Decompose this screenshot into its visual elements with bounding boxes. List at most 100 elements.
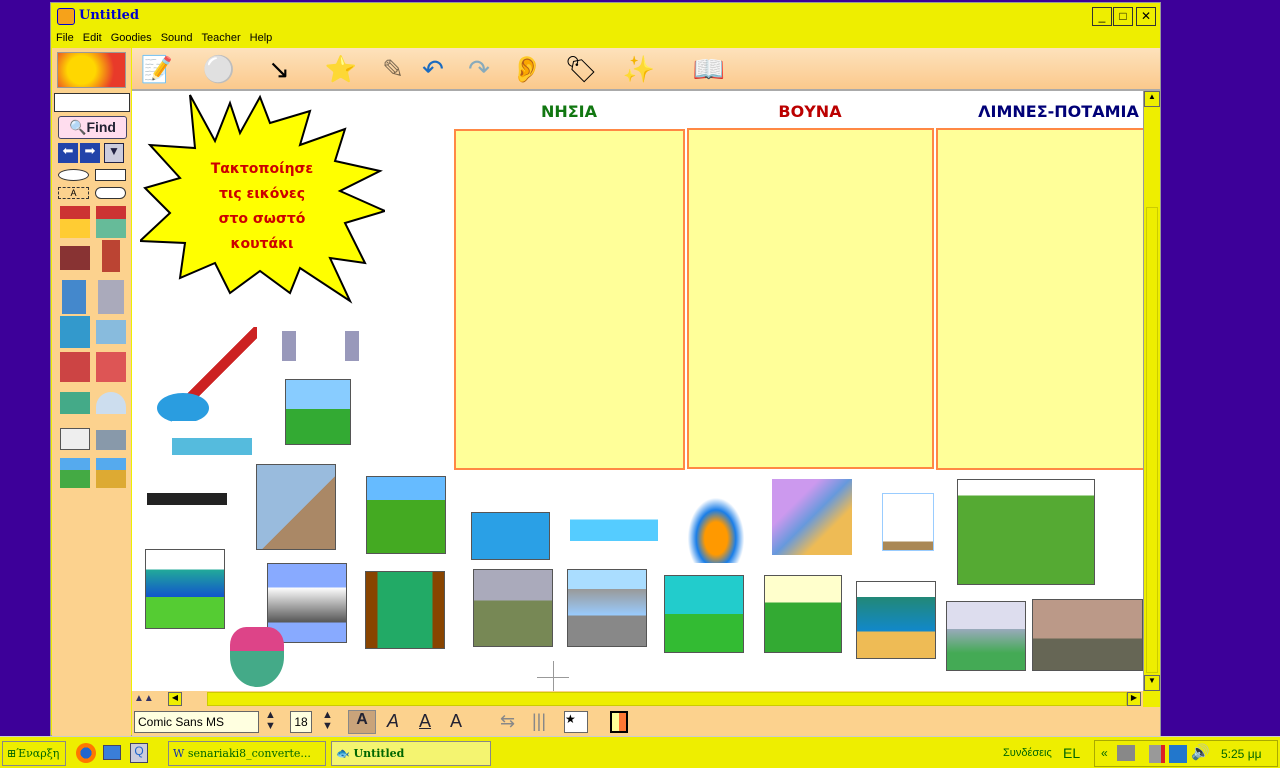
menu-file[interactable]: File	[51, 30, 78, 44]
show-desktop-icon[interactable]	[103, 745, 121, 760]
add-node-icon[interactable]: ⚪	[198, 52, 240, 86]
network-icon[interactable]	[1169, 745, 1187, 763]
power-icon[interactable]	[1149, 745, 1165, 763]
expand-tray-icon[interactable]: «	[1101, 746, 1108, 760]
cabin-symbol[interactable]	[60, 246, 90, 270]
menu-edit[interactable]: Edit	[78, 30, 106, 44]
menu-sound[interactable]: Sound	[156, 30, 197, 44]
ship-image[interactable]	[147, 481, 227, 505]
column-title-lakes-rivers[interactable]: ΛΙΜΝΕΣ-ΠΟΤΑΜΙΑ	[936, 102, 1143, 121]
name-tag-icon[interactable]: 🏷	[560, 52, 602, 86]
forward-arrow-button[interactable]: ➡	[80, 143, 100, 163]
redo-icon[interactable]: ↷	[458, 52, 500, 86]
girl-meadow-image[interactable]	[957, 479, 1095, 585]
scroll-down-arrow[interactable]: ▼	[1144, 675, 1160, 691]
add-text-icon[interactable]: 📝	[136, 52, 178, 86]
scroll-up-arrow[interactable]: ▲	[1144, 91, 1160, 107]
forest-image[interactable]	[366, 476, 446, 554]
farm-image[interactable]	[285, 379, 351, 445]
shop-symbol[interactable]	[60, 392, 90, 414]
city-river-image[interactable]	[1032, 599, 1143, 671]
symbol-search-input[interactable]	[54, 93, 130, 112]
vertical-scrollbar[interactable]: ▲ ▼	[1143, 91, 1160, 691]
skier-image[interactable]	[187, 327, 257, 405]
jungle-image[interactable]	[365, 571, 445, 649]
firefox-icon[interactable]	[76, 743, 96, 763]
sunbather-image[interactable]	[471, 512, 550, 560]
task-word-document[interactable]: W senariaki8_converte...	[168, 741, 326, 766]
misty-mountains-image[interactable]	[946, 601, 1026, 671]
menu-help[interactable]: Help	[245, 30, 277, 44]
mermaid-image[interactable]	[230, 627, 284, 687]
hospital-symbol[interactable]	[96, 352, 126, 382]
back-arrow-button[interactable]: ⬅	[58, 143, 78, 163]
bay-image[interactable]	[856, 581, 936, 659]
scroll-thumb[interactable]	[1146, 207, 1158, 673]
church-symbol[interactable]	[60, 428, 90, 450]
links-toolbar[interactable]: Συνδέσεις	[1003, 747, 1052, 759]
underline-icon[interactable]: A	[419, 711, 431, 732]
scroll-right-arrow[interactable]: ▶	[1127, 692, 1141, 706]
link-icon[interactable]: ↘	[258, 52, 300, 86]
listen-icon[interactable]: 👂	[506, 52, 548, 86]
text-color-icon[interactable]: A	[450, 711, 462, 732]
river-image[interactable]	[145, 549, 225, 629]
seabed-image[interactable]	[256, 464, 336, 550]
menu-teacher[interactable]: Teacher	[197, 30, 245, 44]
pants-image[interactable]	[345, 331, 359, 361]
start-button[interactable]: ⊞Έναρξη	[2, 741, 66, 766]
kidspiration-logo[interactable]	[57, 52, 126, 88]
column-title-islands[interactable]: ΝΗΣΙΑ	[454, 102, 684, 121]
plain-image[interactable]	[473, 569, 553, 647]
find-button[interactable]: 🔍Find	[58, 116, 127, 139]
maximize-button[interactable]: □	[1113, 7, 1133, 26]
size-stepper[interactable]: ▲ ▼	[322, 710, 333, 732]
close-button[interactable]: ✕	[1136, 7, 1156, 26]
magic-wand-icon[interactable]: ✨	[618, 52, 660, 86]
font-select[interactable]: Comic Sans MS	[134, 711, 259, 733]
scroll-thumb-h[interactable]	[207, 692, 1127, 706]
font-stepper[interactable]: ▲ ▼	[265, 710, 276, 732]
rowboat-image[interactable]	[570, 505, 658, 541]
font-size-field[interactable]: 18	[290, 711, 312, 733]
minimize-button[interactable]: _	[1092, 7, 1112, 26]
fire-station-symbol[interactable]	[60, 352, 90, 382]
house-red-symbol[interactable]	[96, 206, 126, 238]
igloo-symbol[interactable]	[96, 392, 126, 414]
computer-icon[interactable]	[1117, 745, 1135, 761]
scroll-left-arrow[interactable]: ◀	[168, 692, 182, 706]
align-icon[interactable]: ⇆	[500, 711, 515, 732]
rounded-shape[interactable]	[95, 187, 126, 199]
mountains-box[interactable]	[687, 128, 934, 469]
farm-symbol[interactable]	[60, 458, 90, 488]
columns-icon[interactable]: |||	[532, 711, 546, 732]
skyscraper-symbol[interactable]	[98, 280, 124, 314]
text-shape[interactable]: A	[58, 187, 89, 199]
book-magnifier-icon[interactable]: 📖	[688, 52, 730, 86]
stars-box-icon[interactable]: ⭐	[320, 52, 362, 86]
reeds-image[interactable]	[664, 575, 744, 653]
menu-goodies[interactable]: Goodies	[106, 30, 156, 44]
column-title-mountains[interactable]: ΒΟΥΝΑ	[687, 102, 933, 121]
bold-icon[interactable]: A	[348, 710, 376, 734]
snowy-tree-image[interactable]	[882, 493, 934, 551]
clock[interactable]: 5:25 μμ	[1221, 747, 1262, 761]
river-coast-image[interactable]	[772, 479, 852, 555]
horizontal-scrollbar[interactable]: ▲▲ ◀ ▶	[132, 691, 1143, 707]
down-arrow-button[interactable]: ▼	[104, 143, 124, 163]
italic-icon[interactable]: A	[387, 711, 399, 732]
eraser-icon[interactable]: ✎	[372, 52, 414, 86]
undo-icon[interactable]: ↶	[412, 52, 454, 86]
quicktime-icon[interactable]: Q	[130, 743, 148, 763]
tower-symbol[interactable]	[102, 240, 120, 272]
lakes-rivers-box[interactable]	[936, 128, 1143, 470]
task-untitled[interactable]: 🐟 Untitled	[331, 741, 491, 766]
landscape-symbol[interactable]	[96, 458, 126, 488]
factory-symbol[interactable]	[60, 316, 90, 348]
symbol-stars-icon[interactable]: ★	[564, 711, 588, 733]
house-symbol[interactable]	[60, 206, 90, 238]
islands-box[interactable]	[454, 129, 685, 470]
city-symbol[interactable]	[96, 430, 126, 450]
volume-icon[interactable]: 🔊	[1191, 743, 1210, 761]
fish-image[interactable]	[157, 393, 209, 423]
